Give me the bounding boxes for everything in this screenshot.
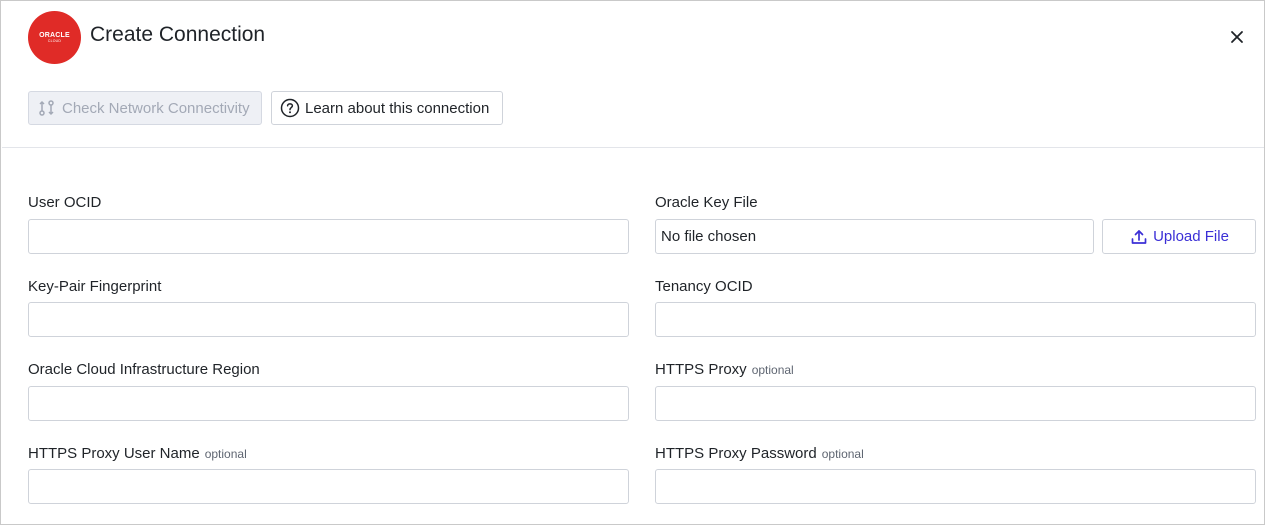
tenancy-ocid-label-text: Tenancy OCID bbox=[655, 278, 753, 295]
region-input[interactable] bbox=[28, 386, 629, 421]
check-network-connectivity-button[interactable]: Check Network Connectivity bbox=[28, 91, 262, 125]
upload-icon bbox=[1129, 227, 1149, 247]
header-divider bbox=[2, 147, 1264, 148]
user-ocid-label-text: User OCID bbox=[28, 194, 102, 211]
user-ocid-label: User OCID bbox=[28, 194, 101, 211]
key-file-display: No file chosen bbox=[655, 219, 1094, 254]
create-connection-dialog: ORACLE CLOUD Create Connection Check Net… bbox=[0, 0, 1265, 525]
learn-label: Learn about this connection bbox=[305, 99, 490, 117]
optional-tag: optional bbox=[751, 363, 794, 377]
https-proxy-label: HTTPS Proxy optional bbox=[655, 361, 794, 378]
region-label: Oracle Cloud Infrastructure Region bbox=[28, 361, 260, 378]
https-proxy-input[interactable] bbox=[655, 386, 1256, 421]
region-label-text: Oracle Cloud Infrastructure Region bbox=[28, 361, 260, 378]
proxy-user-input[interactable] bbox=[28, 469, 629, 504]
logo-subtitle: CLOUD bbox=[47, 38, 62, 43]
fingerprint-label-text: Key-Pair Fingerprint bbox=[28, 278, 162, 295]
close-icon bbox=[1231, 31, 1243, 43]
fingerprint-input[interactable] bbox=[28, 302, 629, 337]
oracle-cloud-logo: ORACLE CLOUD bbox=[28, 11, 81, 64]
proxy-password-label-text: HTTPS Proxy Password bbox=[655, 445, 817, 462]
tenancy-ocid-input[interactable] bbox=[655, 302, 1256, 337]
optional-tag: optional bbox=[821, 447, 864, 461]
proxy-user-label-text: HTTPS Proxy User Name bbox=[28, 445, 200, 462]
optional-tag: optional bbox=[204, 447, 247, 461]
user-ocid-input[interactable] bbox=[28, 219, 629, 254]
close-button[interactable] bbox=[1225, 25, 1249, 49]
tenancy-ocid-label: Tenancy OCID bbox=[655, 278, 753, 295]
learn-about-connection-button[interactable]: Learn about this connection bbox=[271, 91, 503, 125]
dialog-title: Create Connection bbox=[90, 23, 266, 46]
fingerprint-label: Key-Pair Fingerprint bbox=[28, 278, 161, 295]
proxy-password-label: HTTPS Proxy Password optional bbox=[655, 445, 864, 462]
key-file-label-text: Oracle Key File bbox=[655, 194, 758, 211]
upload-file-button[interactable]: Upload File bbox=[1102, 219, 1256, 254]
upload-file-label: Upload File bbox=[1153, 228, 1229, 245]
https-proxy-label-text: HTTPS Proxy bbox=[655, 361, 747, 378]
logo-wordmark: ORACLE bbox=[39, 31, 70, 39]
check-network-label: Check Network Connectivity bbox=[62, 99, 250, 117]
key-file-label: Oracle Key File bbox=[655, 194, 758, 211]
help-circle-icon bbox=[280, 98, 300, 118]
proxy-user-label: HTTPS Proxy User Name optional bbox=[28, 445, 247, 462]
network-check-icon bbox=[37, 98, 57, 118]
key-file-value: No file chosen bbox=[661, 228, 757, 245]
proxy-password-input[interactable] bbox=[655, 469, 1256, 504]
